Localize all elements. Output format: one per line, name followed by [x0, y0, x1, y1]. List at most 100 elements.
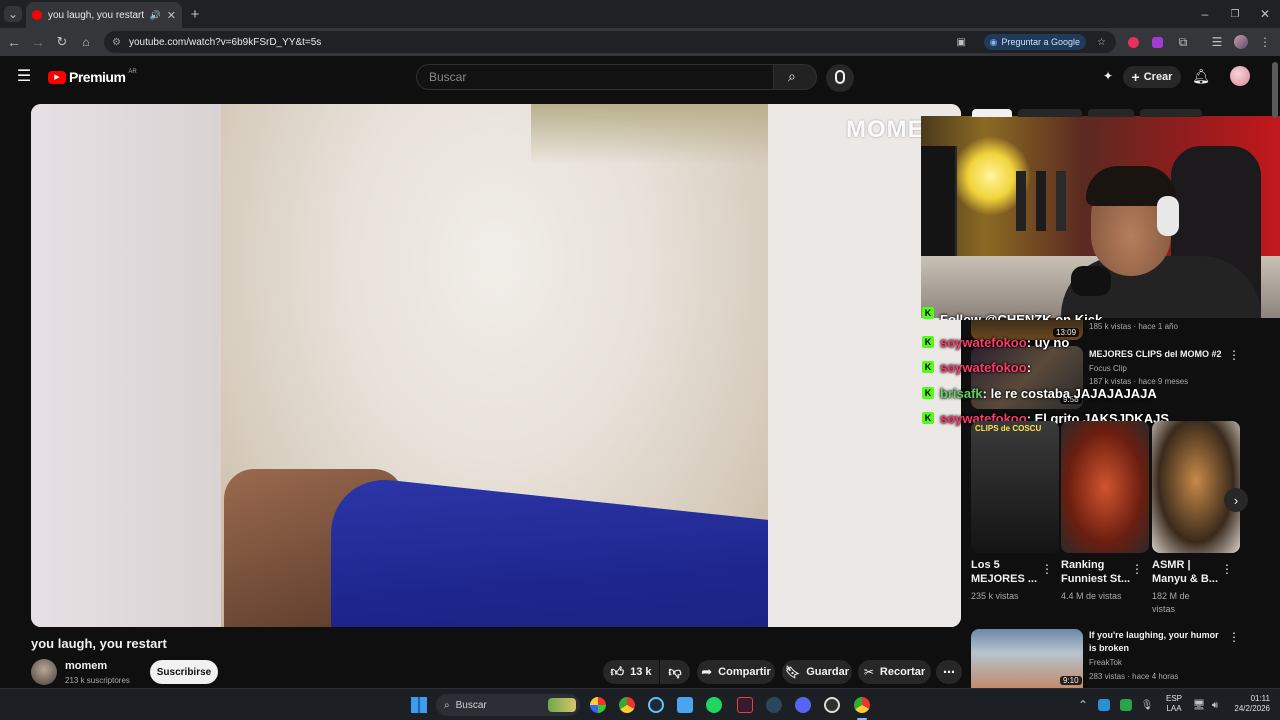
video-player[interactable]: MOME	[31, 104, 961, 627]
share-button[interactable]: ➦ Compartir	[697, 660, 775, 684]
dislike-button[interactable]: 👎︎	[660, 660, 690, 684]
rec2-more-icon[interactable]: ⋮	[1228, 630, 1240, 644]
webcam-microphone	[1071, 266, 1111, 296]
ai-sparkle-icon[interactable]: ✦	[1100, 68, 1116, 84]
thumbs-down-icon: 👎︎	[668, 664, 682, 679]
hamburger-menu-icon[interactable]: ☰	[16, 68, 32, 85]
rec2-channel[interactable]: FreakTok	[1089, 656, 1122, 669]
rec1-more-icon[interactable]: ⋮	[1228, 348, 1240, 362]
rec1-title[interactable]: MEJORES CLIPS del MOMO #2	[1089, 348, 1223, 361]
restore-icon[interactable]: ❐	[1226, 6, 1244, 22]
close-window-icon[interactable]: ✕	[1256, 6, 1274, 22]
clip-button[interactable]: ✂ Recortar	[858, 660, 931, 684]
chrome-active-icon[interactable]	[854, 697, 870, 713]
short-2-title[interactable]: Ranking Funniest St...	[1061, 558, 1133, 586]
account-avatar[interactable]	[1230, 66, 1250, 86]
tab-close-icon[interactable]: ✕	[167, 9, 176, 22]
tab-search-icon[interactable]: ⌄	[4, 6, 22, 22]
lang-top: ESP	[1165, 694, 1182, 703]
windows-start-icon[interactable]	[411, 697, 427, 713]
webcam-bottles	[1016, 171, 1076, 231]
short-3-views: 182 M de vistas	[1152, 591, 1190, 614]
extensions-puzzle-icon[interactable]: ⧉	[1175, 34, 1191, 50]
steam-alt-icon[interactable]	[766, 697, 782, 713]
create-button[interactable]: + Crear	[1123, 66, 1181, 88]
bookmark-star-icon[interactable]: ☆	[1097, 37, 1106, 48]
channel-avatar[interactable]	[31, 659, 57, 685]
share-label: Compartir	[718, 666, 771, 678]
save-button[interactable]: 🔖︎ Guardar	[782, 660, 852, 684]
site-info-icon[interactable]: ⚙	[112, 37, 121, 48]
back-icon[interactable]: ←	[6, 34, 22, 50]
new-tab-icon[interactable]: +	[188, 6, 202, 23]
voice-search-button[interactable]	[826, 64, 854, 92]
minimize-icon[interactable]: –	[1196, 6, 1214, 22]
notifications-bell-icon[interactable]: 🔔︎	[1192, 68, 1210, 84]
rec1-channel[interactable]: Focus Clip	[1089, 362, 1127, 375]
short-2-more-icon[interactable]: ⋮	[1131, 562, 1143, 576]
tab-title: you laugh, you restart - You	[48, 9, 144, 21]
thumbs-up-icon: 👍︎	[610, 664, 625, 679]
file-explorer-icon[interactable]	[677, 697, 693, 713]
network-icon[interactable]: 🖥︎	[1193, 698, 1206, 712]
discord-icon[interactable]	[795, 697, 811, 713]
language-indicator[interactable]: ESP LAA	[1162, 694, 1186, 714]
chrome-taskbar-icon[interactable]	[619, 697, 635, 713]
obs-icon[interactable]	[824, 697, 840, 713]
clock[interactable]: 01:11 24/2/2026	[1228, 694, 1270, 714]
browser-toolbar: ← → ↻ ⌂ ⚙ youtube.com/watch?v=6b9kFSrD_Y…	[0, 28, 1280, 56]
tray-app-2-icon[interactable]	[1120, 699, 1132, 711]
like-count: 13 k	[630, 666, 652, 678]
chat-line-1: K soywatefokoo : uy no	[922, 330, 1069, 354]
short-thumbnail-2[interactable]	[1061, 421, 1149, 553]
chip-all[interactable]	[972, 109, 1012, 117]
browser-tab[interactable]: you laugh, you restart - You 🔊 ✕	[26, 2, 182, 28]
tray-chevron-up-icon[interactable]: ⌃	[1077, 698, 1089, 712]
chip-4[interactable]	[1140, 109, 1202, 117]
ask-google-button[interactable]: ◉ Preguntar a Google	[983, 34, 1086, 50]
address-bar[interactable]: ⚙ youtube.com/watch?v=6b9kFSrD_YY&t=5s ▣…	[104, 31, 1116, 53]
terminal-app-icon[interactable]	[737, 697, 753, 713]
tray-mic-icon[interactable]: 🎙︎	[1141, 698, 1154, 712]
chip-2[interactable]	[1018, 109, 1082, 117]
rec2-title[interactable]: If you're laughing, your humor is broken	[1089, 629, 1225, 655]
channel-name[interactable]: momem	[65, 660, 107, 672]
taskbar-search-label: Buscar	[455, 699, 487, 711]
reading-list-icon[interactable]: ☰	[1209, 34, 1225, 50]
like-button[interactable]: 👍︎ 13 k	[603, 660, 659, 684]
youtube-logo[interactable]: ▶ Premium AR	[48, 69, 137, 85]
volume-icon[interactable]: 🔊︎	[1209, 698, 1221, 712]
short-thumbnail-3[interactable]	[1152, 421, 1240, 553]
spotify-icon[interactable]	[706, 697, 722, 713]
taskbar-search-box[interactable]: ⌕ Buscar	[436, 694, 580, 716]
more-actions-button[interactable]: ⋯	[936, 660, 962, 684]
subscribe-button[interactable]: Suscribirse	[150, 660, 218, 684]
short-3-title[interactable]: ASMR | Manyu & B...	[1152, 558, 1218, 586]
forward-icon[interactable]: →	[30, 34, 46, 50]
short-1-title[interactable]: Los 5 MEJORES ...	[971, 558, 1041, 586]
audio-playing-icon[interactable]: 🔊	[150, 10, 161, 21]
extension-purple-icon[interactable]	[1152, 37, 1163, 48]
reload-icon[interactable]: ↻	[54, 34, 70, 50]
shorts-next-chevron-icon[interactable]: ›	[1224, 488, 1248, 512]
page-scrollbar[interactable]	[1272, 62, 1278, 118]
search-button[interactable]: ⌕	[773, 64, 817, 90]
chat-partial-text: Follow @CHENZK on Kick	[940, 311, 1103, 321]
chrome-menu-icon[interactable]: ⋮	[1258, 34, 1272, 50]
windows-taskbar: ⌕ Buscar ⌃ 🎙︎ ESP LAA 🖥︎ 🔊︎ 01:11 24/2/2…	[0, 688, 1280, 720]
short-1-views: 235 k vistas	[971, 591, 1019, 601]
share-arrow-icon: ➦	[701, 664, 713, 679]
profile-avatar-icon[interactable]	[1234, 35, 1248, 49]
short-1-more-icon[interactable]: ⋮	[1041, 562, 1053, 576]
search-input[interactable]: Buscar	[416, 64, 774, 90]
app-davinci-icon[interactable]	[590, 697, 606, 713]
tray-app-1-icon[interactable]	[1098, 699, 1110, 711]
install-app-icon[interactable]: ▣	[957, 37, 966, 48]
chip-3[interactable]	[1088, 109, 1134, 117]
google-lens-icon: ◉	[989, 36, 998, 47]
home-icon[interactable]: ⌂	[78, 34, 94, 50]
steam-taskbar-icon[interactable]	[648, 697, 664, 713]
extension-red-icon[interactable]	[1128, 37, 1139, 48]
short-3-more-icon[interactable]: ⋮	[1221, 562, 1233, 576]
short-thumbnail-1[interactable]: CLIPS de COSCU	[971, 421, 1059, 553]
